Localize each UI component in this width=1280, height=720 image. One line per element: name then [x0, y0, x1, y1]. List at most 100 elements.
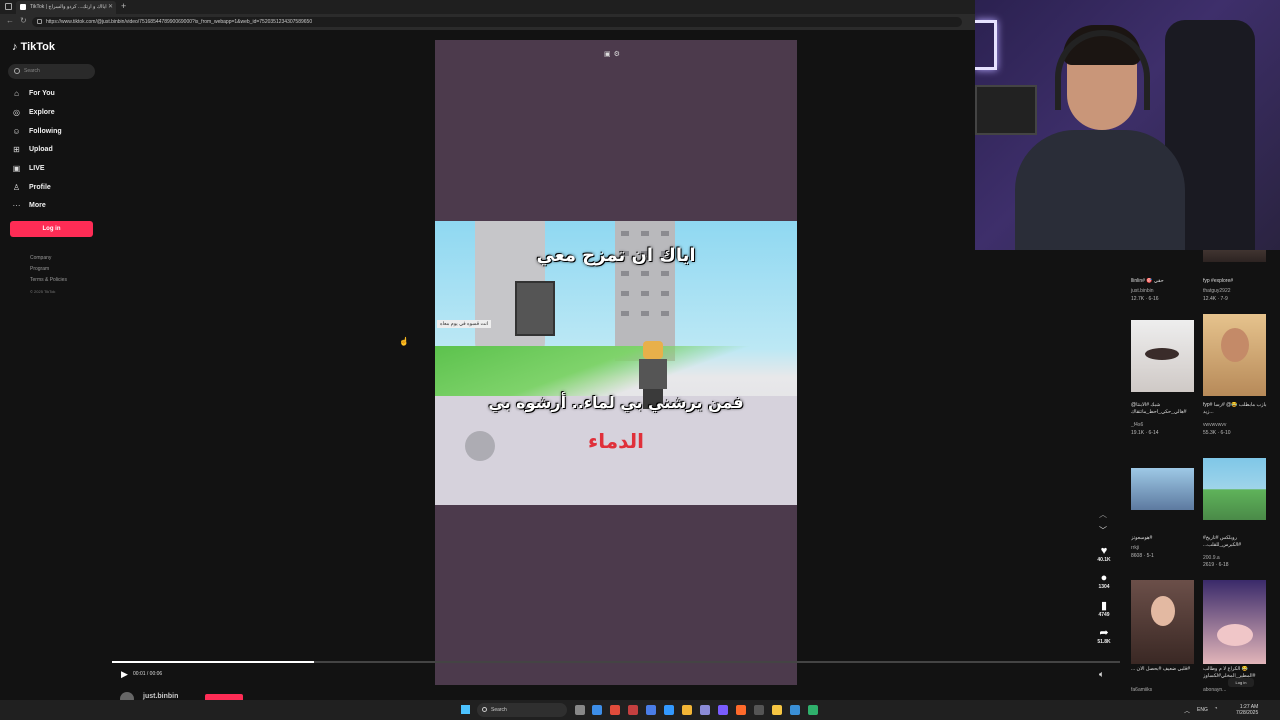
- video-caption[interactable]: #هوسعوتز: [1131, 535, 1199, 542]
- footer-link-program[interactable]: Program: [30, 266, 49, 272]
- back-icon[interactable]: ←: [6, 16, 14, 25]
- app-icon[interactable]: [628, 705, 638, 715]
- bookmark-button[interactable]: ▮ 4749: [1092, 600, 1116, 618]
- reload-icon[interactable]: ↻: [20, 16, 27, 25]
- sidebar-item-label: Explore: [29, 108, 55, 116]
- app-icon[interactable]: [682, 705, 692, 715]
- video-caption[interactable]: بازب مابطلب 😂@ #رسا #fyp ...زيد: [1203, 402, 1271, 416]
- comment-count: 1304: [1098, 584, 1110, 590]
- video-caption[interactable]: روبلكس #تاريخ# #الكبرس_للقلب...: [1203, 535, 1271, 549]
- video-thumbnail[interactable]: [1131, 320, 1194, 392]
- windows-taskbar: Search ︿ ENG ◔ 1:27 AM 7/28/2025: [0, 700, 1280, 720]
- next-video-icon[interactable]: ﹀: [1099, 525, 1107, 536]
- grid-login-button[interactable]: Log in: [1228, 678, 1254, 687]
- share-button[interactable]: ➦ 51.8K: [1092, 627, 1116, 645]
- chrome-icon[interactable]: [808, 705, 818, 715]
- app-icon[interactable]: [736, 705, 746, 715]
- discord-icon[interactable]: [718, 705, 728, 715]
- app-icon[interactable]: [664, 705, 674, 715]
- sidebar-item-upload[interactable]: ⊞ Upload: [12, 142, 107, 156]
- app-icon[interactable]: [700, 705, 710, 715]
- sidebar-item-following[interactable]: ☺ Following: [12, 124, 107, 138]
- site-info-icon[interactable]: [37, 19, 42, 24]
- video-thumbnail[interactable]: [1203, 580, 1266, 664]
- live-icon: ▣: [12, 163, 21, 173]
- video-username[interactable]: just.binbin: [1131, 288, 1154, 294]
- video-caption[interactable]: #قلبي ضعيف #بحصل الان ...: [1131, 666, 1199, 680]
- taskbar-search[interactable]: Search: [477, 703, 567, 717]
- new-tab-icon[interactable]: +: [121, 1, 126, 11]
- video-thumbnail[interactable]: [1131, 468, 1194, 510]
- play-icon[interactable]: ▶: [121, 669, 128, 680]
- video-stats: 19.1K · 6-14: [1131, 430, 1159, 436]
- sidebar-item-profile[interactable]: ♙ Profile: [12, 180, 107, 194]
- footer-link-terms[interactable]: Terms & Policies: [30, 277, 67, 283]
- eye-image: [1145, 348, 1179, 360]
- edge-icon[interactable]: [592, 705, 602, 715]
- more-icon: ···: [12, 200, 21, 210]
- language-indicator[interactable]: ENG: [1197, 707, 1208, 713]
- url-input[interactable]: https://www.tiktok.com/@just.binbin/vide…: [32, 17, 962, 27]
- app-icon[interactable]: [646, 705, 656, 715]
- sidebar-item-more[interactable]: ··· More: [12, 198, 107, 212]
- bookmark-icon: ▮: [1100, 600, 1108, 612]
- video-username[interactable]: 200.9.a: [1203, 555, 1220, 561]
- app-icon[interactable]: [790, 705, 800, 715]
- previous-video-icon[interactable]: ︿: [1099, 509, 1107, 520]
- video-caption[interactable]: شبك #الابنتا@ #هالي_حكي_احط_ماتتقاك: [1131, 402, 1199, 424]
- comment-icon: ●: [1100, 572, 1108, 584]
- browser-tab[interactable]: TikTok | ايااك و ارتك... كردو والسراج ✕: [16, 1, 116, 14]
- start-icon[interactable]: [461, 705, 470, 714]
- sidebar-item-for-you[interactable]: ⌂ For You: [12, 86, 107, 100]
- video-stats: 2619 · 6-18: [1203, 562, 1229, 568]
- face-image: [1151, 596, 1175, 626]
- settings-icon[interactable]: ⚙: [614, 51, 623, 58]
- video-username[interactable]: fa6amiiks: [1131, 687, 1152, 693]
- video-thumbnail[interactable]: [1131, 580, 1194, 664]
- folder-icon[interactable]: [772, 705, 782, 715]
- login-button[interactable]: Log in: [10, 221, 93, 237]
- tray-chevron-icon[interactable]: ︿: [1184, 706, 1190, 715]
- window-menu-icon[interactable]: [5, 3, 12, 10]
- like-count: 40.1K: [1097, 557, 1111, 563]
- video-caption[interactable]: #fyp #explore: [1203, 278, 1271, 285]
- video-caption[interactable]: حقي 🎯 #llinlin: [1131, 278, 1199, 285]
- video-toolbar-icons[interactable]: ▣⚙: [604, 50, 623, 58]
- video-username[interactable]: _f4s6: [1131, 422, 1143, 428]
- comment-button[interactable]: ● 1304: [1092, 572, 1116, 590]
- picture-icon[interactable]: ▣: [604, 51, 614, 58]
- video-progress-bar[interactable]: [112, 661, 1120, 663]
- logo-text: TikTok: [20, 41, 55, 53]
- search-input[interactable]: Search: [8, 64, 95, 79]
- sidebar-item-label: Profile: [29, 183, 51, 191]
- neon-logo: [975, 20, 997, 70]
- tiktok-logo[interactable]: ♪ TikTok: [12, 41, 55, 53]
- upload-icon: ⊞: [13, 144, 20, 154]
- video-thumbnail[interactable]: [1203, 314, 1266, 396]
- taskbar-search-label: Search: [491, 707, 507, 713]
- volume-icon[interactable]: 🔈︎: [1099, 669, 1104, 680]
- like-button[interactable]: ♥ 40.1K: [1092, 545, 1116, 563]
- app-icon[interactable]: [754, 705, 764, 715]
- clock-date: 7/28/2025: [1236, 710, 1259, 716]
- app-icon[interactable]: [610, 705, 620, 715]
- video-username[interactable]: rrkji: [1131, 545, 1139, 551]
- author-name[interactable]: just.binbin: [143, 693, 178, 700]
- footer-link-company[interactable]: Company: [30, 255, 51, 261]
- video-username[interactable]: abonayn...: [1203, 687, 1226, 693]
- sidebar-item-label: More: [29, 201, 46, 209]
- sidebar-item-live[interactable]: ▣ LIVE: [12, 161, 107, 175]
- wifi-icon[interactable]: ◔: [1214, 706, 1218, 712]
- video-username[interactable]: vwvwvwvv: [1203, 422, 1226, 428]
- video-username[interactable]: thatguy2922: [1203, 288, 1231, 294]
- taskbar-clock[interactable]: 1:27 AM 7/28/2025: [1236, 704, 1258, 716]
- browser-tab-bar: TikTok | ايااك و ارتك... كردو والسراج ✕ …: [0, 0, 975, 14]
- video-caption-top: اياك ان تمزح معي: [536, 245, 696, 266]
- video-stats: 12.4K · 7-9: [1203, 296, 1228, 302]
- search-icon: [14, 68, 20, 74]
- video-thumbnail[interactable]: [1203, 458, 1266, 520]
- sidebar-item-explore[interactable]: ◎ Explore: [12, 105, 107, 119]
- video-frame: انت قسوه في يوم معاه اياك ان تمزح معي فم…: [435, 221, 797, 505]
- close-tab-icon[interactable]: ✕: [108, 1, 113, 14]
- task-view-icon[interactable]: [575, 705, 585, 715]
